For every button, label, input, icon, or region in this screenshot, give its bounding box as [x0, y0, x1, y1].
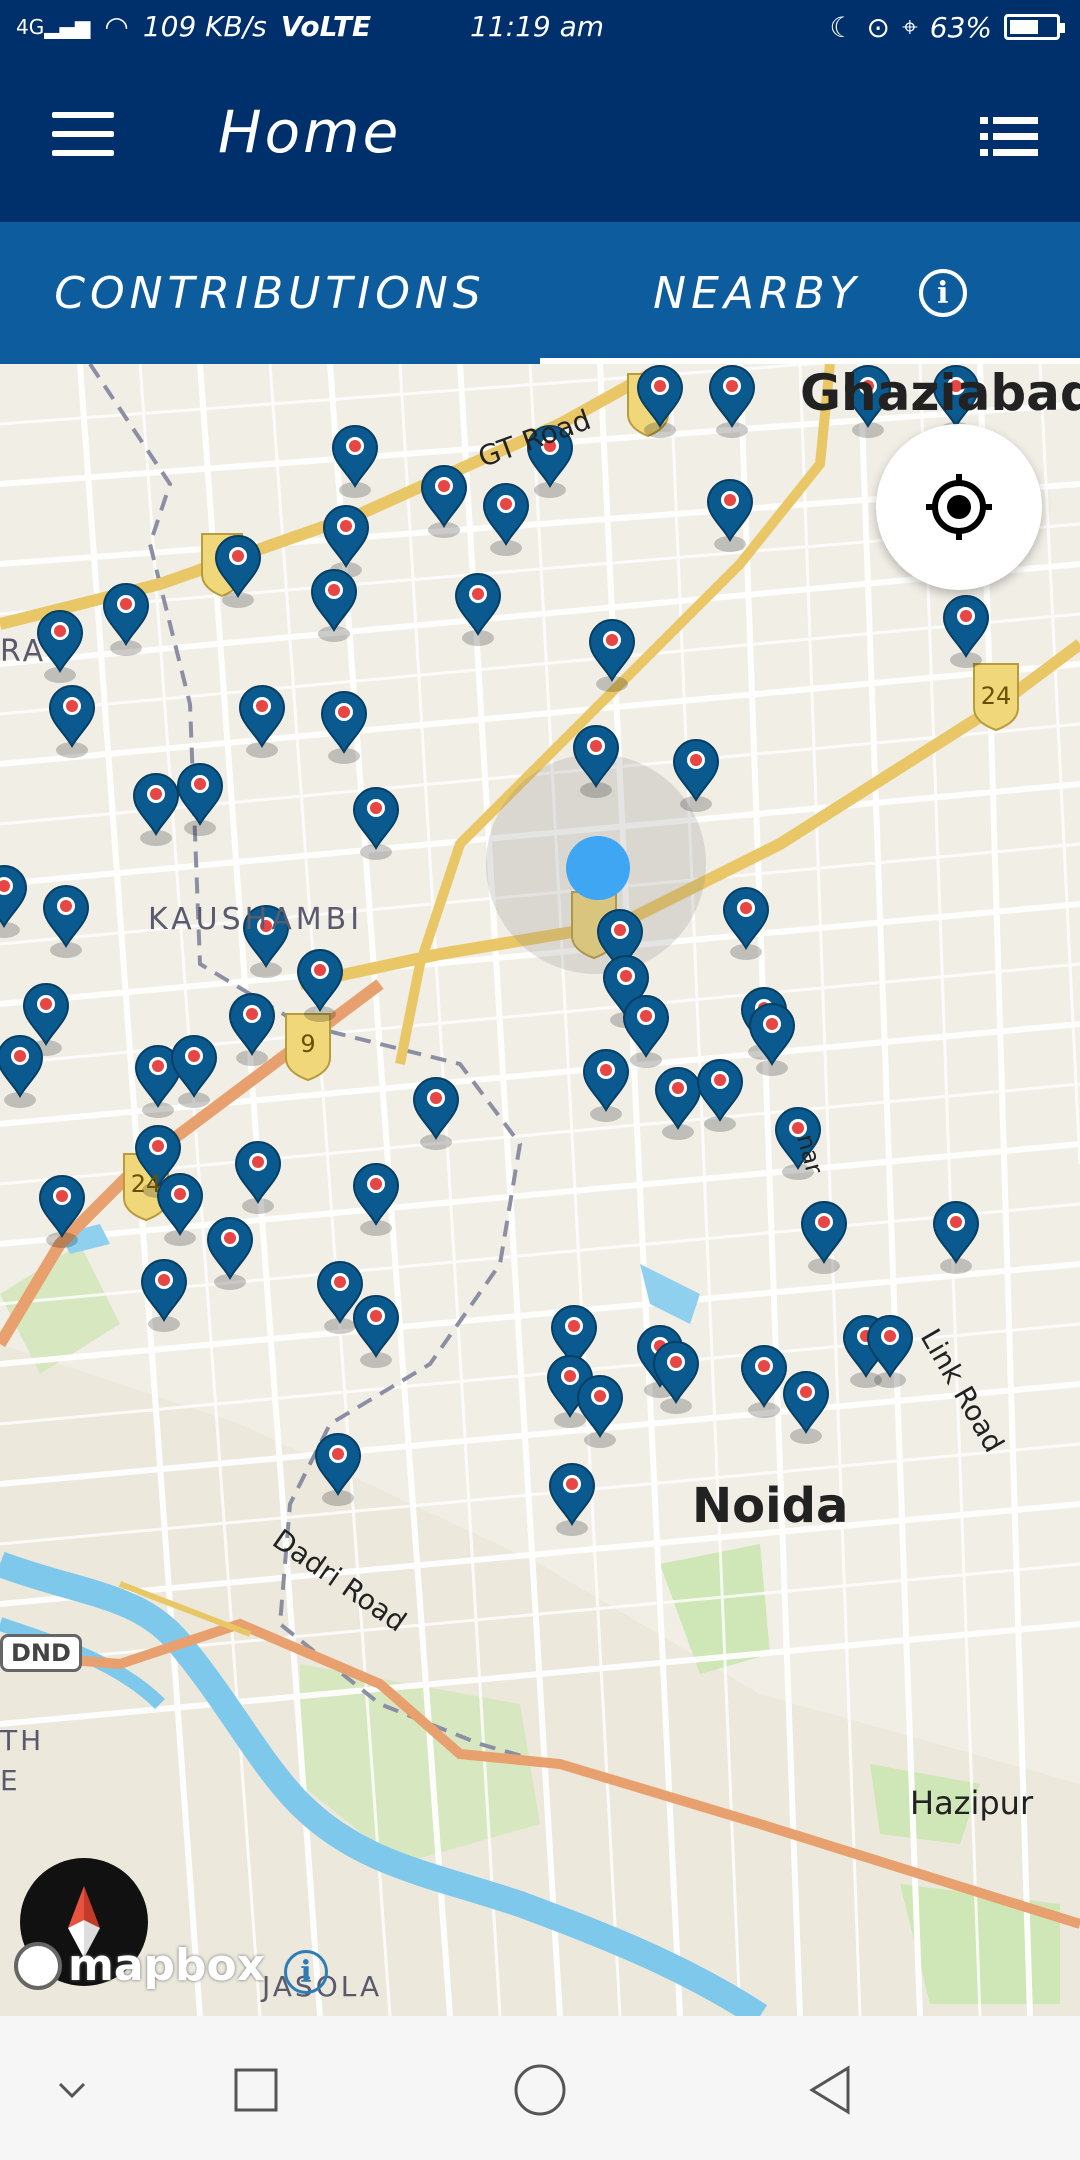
moon-icon: ☾ — [829, 10, 855, 44]
label-hazipur: Hazipur — [910, 1784, 1034, 1822]
wifi-icon: ◠ — [104, 10, 129, 43]
label-e: E — [0, 1764, 21, 1797]
tab-nearby-label: NEARBY — [653, 267, 861, 319]
location-icon: ⌖ — [902, 10, 918, 43]
map-view[interactable]: 9 24 24 DND Ghaziabad KAUSHAMBI Noida Ha… — [0, 364, 1080, 2016]
system-nav-bar — [0, 2016, 1080, 2160]
clock: 11:19 am — [470, 10, 605, 43]
locate-me-button[interactable] — [876, 424, 1042, 590]
home-icon[interactable] — [510, 2060, 570, 2120]
chevron-down-icon[interactable] — [42, 2060, 102, 2120]
status-bar: 4G▂▄▆ ◠ 109 KB/s VoLTE 11:19 am ☾ ⊙ ⌖ 63… — [0, 0, 1080, 58]
tab-contributions[interactable]: CONTRIBUTIONS — [0, 222, 540, 364]
shield-label: 24 — [130, 1170, 162, 1198]
info-icon[interactable]: i — [918, 269, 967, 317]
label-th: TH — [0, 1724, 45, 1757]
tab-contributions-label: CONTRIBUTIONS — [54, 267, 486, 319]
lock-rotation-icon: ⊙ — [866, 10, 890, 44]
mapbox-logo: mapbox — [14, 1940, 265, 1991]
tab-bar: CONTRIBUTIONS NEARBY i — [0, 222, 1080, 364]
page-title: Home — [218, 98, 402, 166]
list-icon[interactable] — [980, 116, 1038, 156]
my-location-icon — [926, 474, 992, 540]
battery-icon — [1004, 14, 1065, 40]
volte-label: VoLTE — [280, 10, 372, 43]
recents-icon[interactable] — [226, 2060, 286, 2120]
label-kaushambi: KAUSHAMBI — [148, 902, 364, 937]
battery-percent: 63% — [929, 10, 992, 44]
tab-nearby[interactable]: NEARBY i — [540, 222, 1080, 364]
network-speed: 109 KB/s — [142, 10, 267, 43]
shield-label: 24 — [980, 682, 1012, 710]
hamburger-icon[interactable] — [52, 112, 114, 156]
signal-icon: 4G▂▄▆ — [16, 14, 91, 39]
label-noida: Noida — [692, 1478, 849, 1534]
label-ra: RA — [0, 634, 47, 669]
label-ghaziabad: Ghaziabad — [800, 364, 1080, 422]
network-type: 4G — [16, 14, 45, 39]
attribution-info-button[interactable]: i — [284, 1950, 328, 1994]
shield-label: 9 — [300, 1030, 316, 1058]
dnd-shield: DND — [0, 1634, 82, 1672]
user-location-dot — [566, 836, 630, 900]
app-bar: Home — [0, 58, 1080, 222]
back-icon[interactable] — [800, 2060, 860, 2120]
mapbox-logo-icon — [14, 1941, 62, 1990]
mapbox-logo-text: mapbox — [68, 1940, 266, 1991]
